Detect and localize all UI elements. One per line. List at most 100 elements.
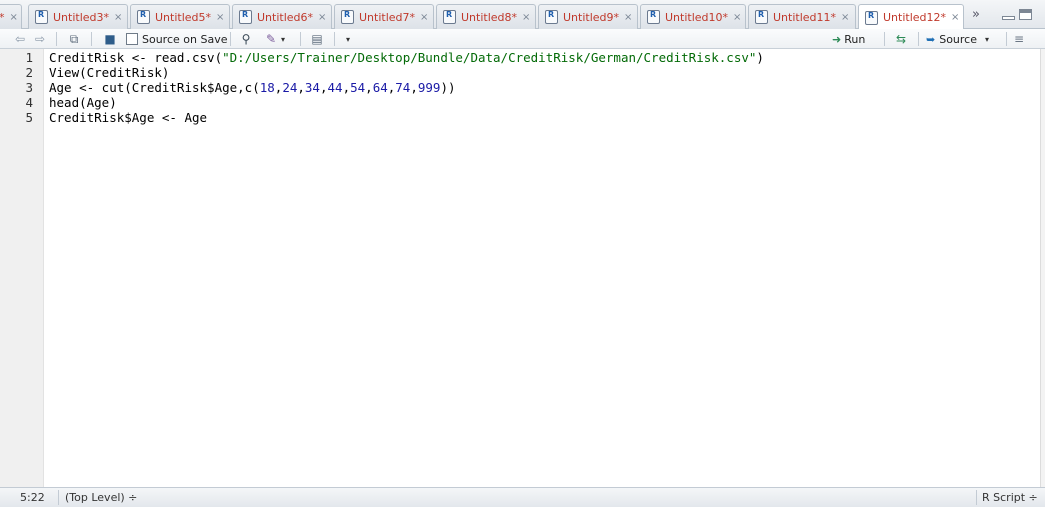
code-token: , — [342, 80, 351, 95]
code-token: )) — [440, 80, 456, 95]
tab-label: Untitled8* — [461, 10, 518, 24]
tab-partial[interactable]: * × — [0, 4, 22, 29]
line-number: 4 — [25, 95, 33, 110]
r-script-icon — [35, 10, 48, 24]
code-area[interactable]: 1 CreditRisk <- read.csv("D:/Users/Traine… — [0, 49, 1040, 125]
line-number: 2 — [25, 65, 33, 80]
source-label: Source — [939, 32, 977, 46]
r-script-icon — [443, 10, 456, 24]
code-text: View(CreditRisk) — [49, 65, 169, 80]
r-script-icon — [137, 10, 150, 24]
show-in-window-icon[interactable]: ⧉ — [66, 31, 82, 47]
status-divider — [976, 490, 977, 505]
code-token: 44 — [327, 80, 343, 95]
toolbar-divider — [56, 32, 57, 46]
code-token: 24 — [282, 80, 298, 95]
save-icon[interactable]: ■ — [102, 31, 118, 47]
code-token: , — [410, 80, 418, 95]
tab-label: Untitled12* — [883, 11, 947, 24]
tab-bar: * × Untitled3* × Untitled5* × Untitled6*… — [0, 0, 1045, 30]
forward-arrow-icon[interactable]: ⇨ — [32, 31, 48, 47]
minimize-icon[interactable] — [1002, 16, 1015, 20]
tab-label: Untitled7* — [359, 10, 416, 24]
r-script-icon — [545, 10, 558, 24]
source-icon: ➥ — [926, 32, 936, 46]
close-icon[interactable]: × — [841, 12, 849, 23]
toolbar-divider — [91, 32, 92, 46]
code-tools-wand-icon[interactable]: ✎ ▾ — [263, 31, 285, 47]
r-script-icon — [239, 10, 252, 24]
scope-selector[interactable]: (Top Level) ÷ — [65, 491, 137, 504]
tab-untitled11[interactable]: Untitled11* × — [748, 4, 856, 29]
code-token: CreditRisk$Age <- Age — [49, 110, 208, 125]
code-token: 74 — [395, 80, 411, 95]
close-icon[interactable]: × — [522, 12, 530, 23]
compile-report-icon[interactable]: ▤ — [309, 31, 325, 47]
tab-untitled10[interactable]: Untitled10* × — [640, 4, 746, 29]
line-number: 3 — [25, 80, 33, 95]
tab-untitled9[interactable]: Untitled9* × — [538, 4, 638, 29]
run-button[interactable]: ➜ Run — [832, 31, 865, 47]
toolbar-divider — [884, 32, 885, 46]
r-script-icon — [341, 10, 354, 24]
rerun-icon[interactable]: ⇆ — [893, 31, 909, 47]
source-on-save-label: Source on Save — [142, 32, 228, 46]
code-editor[interactable]: 1 CreditRisk <- read.csv("D:/Users/Traine… — [0, 49, 1040, 487]
code-line[interactable]: 2 View(CreditRisk) — [0, 65, 1040, 80]
code-text: head(Age) — [49, 95, 117, 110]
run-label: Run — [844, 32, 866, 46]
source-button[interactable]: ➥ Source ▾ — [926, 31, 989, 47]
run-arrow-icon: ➜ — [832, 32, 842, 46]
tab-untitled6[interactable]: Untitled6* × — [232, 4, 332, 29]
cursor-position: 5:22 — [20, 491, 45, 504]
code-token: 34 — [304, 80, 320, 95]
code-text: Age <- cut(CreditRisk$Age,c(18,24,34,44,… — [49, 80, 456, 95]
close-icon[interactable]: × — [951, 12, 959, 23]
source-on-save-checkbox[interactable]: Source on Save — [126, 31, 227, 47]
more-menu-chevron-down-icon[interactable]: ▾ — [346, 31, 350, 47]
editor-toolbar: ⇦ ⇨ ⧉ ■ Source on Save ⚲ ✎ ▾ ▤ ▾ ➜ Run ⇆ … — [0, 29, 1045, 49]
status-bar: 5:22 (Top Level) ÷ R Script ÷ — [0, 487, 1045, 507]
tab-untitled7[interactable]: Untitled7* × — [334, 4, 434, 29]
code-token: View(CreditRisk) — [49, 65, 170, 80]
code-token: 64 — [372, 80, 388, 95]
close-icon[interactable]: × — [216, 12, 224, 23]
code-token: "D:/Users/Trainer/Desktop/Bundle/Data/Cr… — [222, 50, 757, 65]
tab-untitled3[interactable]: Untitled3* × — [28, 4, 128, 29]
code-line[interactable]: 3 Age <- cut(CreditRisk$Age,c(18,24,34,44… — [0, 80, 1040, 95]
code-token: CreditRisk <- read.csv( — [49, 50, 223, 65]
chevron-down-icon[interactable]: ▾ — [985, 35, 989, 44]
tab-label: Untitled5* — [155, 10, 212, 24]
toolbar-divider — [230, 32, 231, 46]
close-icon[interactable]: × — [733, 12, 741, 23]
code-line[interactable]: 4 head(Age) — [0, 95, 1040, 110]
close-icon[interactable]: × — [624, 12, 632, 23]
r-script-icon — [647, 10, 660, 24]
code-token: 54 — [350, 80, 366, 95]
tab-untitled8[interactable]: Untitled8* × — [436, 4, 536, 29]
code-text: CreditRisk$Age <- Age — [49, 110, 207, 125]
toolbar-divider — [1006, 32, 1007, 46]
tab-overflow-icon[interactable]: » — [972, 7, 980, 22]
code-token: , — [319, 80, 328, 95]
code-token: head(Age) — [49, 95, 117, 110]
maximize-icon[interactable] — [1019, 9, 1032, 20]
close-icon[interactable]: × — [114, 12, 122, 23]
close-icon[interactable]: × — [318, 12, 326, 23]
code-line[interactable]: 1 CreditRisk <- read.csv("D:/Users/Traine… — [0, 50, 1040, 65]
back-arrow-icon[interactable]: ⇦ — [12, 31, 28, 47]
code-line[interactable]: 5 CreditRisk$Age <- Age — [0, 110, 1040, 125]
tab-untitled12[interactable]: Untitled12* × — [858, 4, 964, 30]
search-icon[interactable]: ⚲ — [238, 31, 254, 47]
document-outline-icon[interactable]: ≡ — [1014, 31, 1024, 47]
tab-untitled5[interactable]: Untitled5* × — [130, 4, 230, 29]
checkbox-box[interactable] — [126, 33, 138, 45]
tab-label: * — [0, 11, 5, 24]
vertical-scrollbar[interactable] — [1040, 49, 1045, 487]
close-icon[interactable]: × — [10, 12, 18, 23]
code-token: 18 — [259, 80, 275, 95]
r-script-icon — [865, 10, 878, 25]
file-type-selector[interactable]: R Script ÷ — [982, 491, 1038, 504]
r-script-icon — [755, 10, 768, 24]
close-icon[interactable]: × — [420, 12, 428, 23]
